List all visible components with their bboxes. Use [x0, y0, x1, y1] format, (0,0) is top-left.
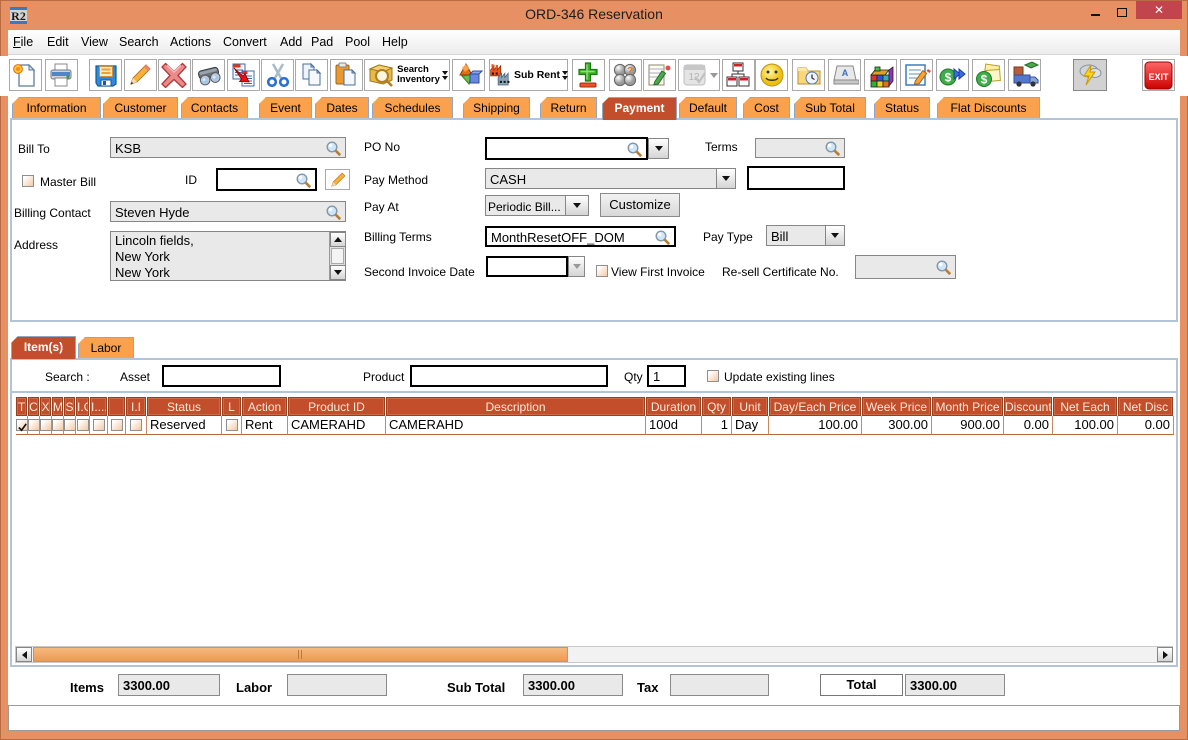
- svg-text:EXIT: EXIT: [1148, 72, 1169, 82]
- svg-text:A: A: [841, 68, 848, 78]
- svg-text:$: $: [944, 71, 951, 85]
- svg-text:$: $: [980, 73, 987, 87]
- svg-text:?: ?: [627, 66, 633, 77]
